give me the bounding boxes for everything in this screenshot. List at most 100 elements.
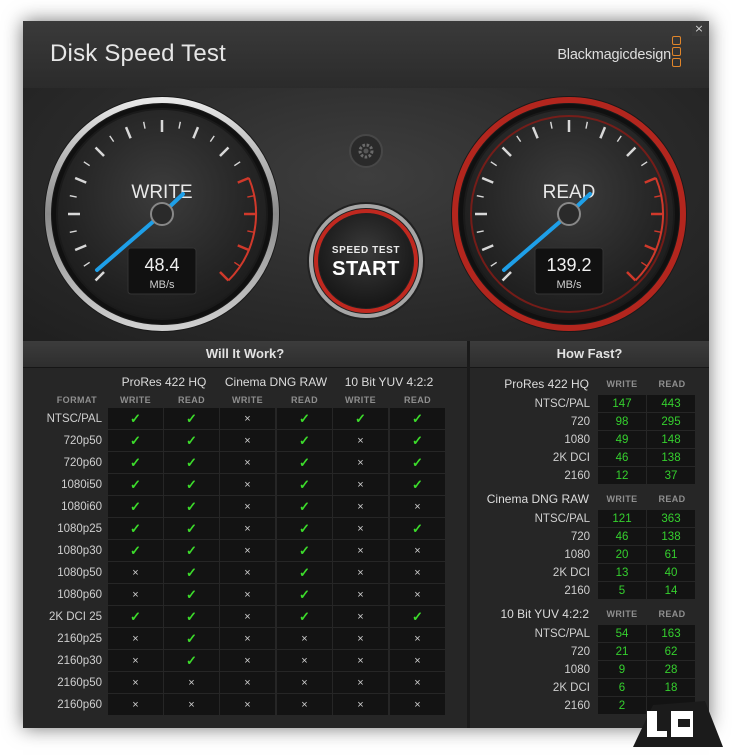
supported-check-icon: ✓	[390, 430, 446, 452]
supported-check-icon: ✓	[277, 606, 333, 628]
unsupported-cross-icon: ×	[333, 694, 389, 716]
unsupported-cross-icon: ×	[333, 540, 389, 562]
supported-check-icon: ✓	[164, 452, 220, 474]
unsupported-cross-icon: ×	[333, 452, 389, 474]
write-speed-value: 6	[598, 679, 647, 697]
write-speed-value: 5	[598, 582, 647, 600]
read-speed-value: 28	[647, 661, 696, 679]
supported-check-icon: ✓	[164, 628, 220, 650]
supported-check-icon: ✓	[164, 584, 220, 606]
app-title: Disk Speed Test	[50, 40, 226, 67]
read-speed-value: 163	[647, 625, 696, 643]
unsupported-cross-icon: ×	[390, 562, 446, 584]
supported-check-icon: ✓	[277, 562, 333, 584]
supported-check-icon: ✓	[108, 430, 164, 452]
read-speed-value: 14	[647, 582, 696, 600]
read-col-header: READ	[658, 609, 686, 619]
supported-check-icon: ✓	[108, 496, 164, 518]
read-speed-value: 18	[647, 679, 696, 697]
codec-header: ProRes 422 HQ	[121, 375, 207, 389]
format-row-label: 720p60	[63, 457, 102, 469]
unsupported-cross-icon: ×	[390, 650, 446, 672]
read-col-header: READ	[290, 395, 319, 405]
unsupported-cross-icon: ×	[164, 694, 220, 716]
site-watermark-logo	[633, 701, 723, 747]
format-row-label: NTSC/PAL	[46, 413, 102, 425]
unsupported-cross-icon: ×	[390, 694, 446, 716]
supported-check-icon: ✓	[277, 408, 333, 430]
supported-check-icon: ✓	[108, 474, 164, 496]
resolution-label: NTSC/PAL	[534, 628, 590, 640]
read-col-header: READ	[658, 494, 686, 504]
write-speed-value: 49	[598, 431, 647, 449]
resolution-label: 2160	[564, 585, 590, 597]
how-fast-panel: How Fast? ProRes 422 HQ WRITE READ NTSC/PAL…	[470, 341, 709, 728]
unsupported-cross-icon: ×	[390, 496, 446, 518]
write-speed-value: 20	[598, 546, 647, 564]
unsupported-cross-icon: ×	[333, 584, 389, 606]
speed-test-start-button[interactable]: SPEED TEST START	[307, 202, 425, 320]
write-col-header: WRITE	[606, 379, 638, 389]
read-col-header: READ	[658, 379, 686, 389]
format-row-label: 1080p60	[57, 589, 102, 601]
unsupported-cross-icon: ×	[390, 628, 446, 650]
supported-check-icon: ✓	[333, 408, 389, 430]
unsupported-cross-icon: ×	[220, 606, 276, 628]
will-it-work-title: Will It Work?	[23, 341, 467, 368]
resolution-label: 720	[570, 416, 590, 428]
unsupported-cross-icon: ×	[390, 584, 446, 606]
read-gauge: READ 139.2 MB/s	[451, 96, 687, 332]
codec-header: 10 Bit YUV 4:2:2	[344, 375, 434, 389]
write-unit: MB/s	[149, 279, 175, 291]
unsupported-cross-icon: ×	[277, 694, 333, 716]
unsupported-cross-icon: ×	[277, 628, 333, 650]
settings-gear-icon[interactable]	[349, 134, 383, 168]
format-row-label: 2160p25	[57, 633, 102, 645]
brand-name: Blackmagicdesign	[557, 47, 671, 63]
supported-check-icon: ✓	[277, 474, 333, 496]
write-speed-value: 121	[598, 510, 647, 528]
unsupported-cross-icon: ×	[220, 562, 276, 584]
unsupported-cross-icon: ×	[220, 672, 276, 694]
close-button[interactable]: ×	[692, 22, 706, 36]
read-speed-value: 363	[647, 510, 696, 528]
supported-check-icon: ✓	[108, 540, 164, 562]
app-window: Disk Speed Test Blackmagicdesign WRITE 4…	[23, 21, 709, 728]
read-speed-value: 40	[647, 564, 696, 582]
supported-check-icon: ✓	[108, 606, 164, 628]
supported-check-icon: ✓	[108, 452, 164, 474]
write-gauge: WRITE 48.4 MB/s	[44, 96, 280, 332]
write-col-header: WRITE	[232, 395, 263, 405]
unsupported-cross-icon: ×	[220, 650, 276, 672]
format-row-label: 1080p30	[57, 545, 102, 557]
unsupported-cross-icon: ×	[108, 584, 164, 606]
unsupported-cross-icon: ×	[390, 540, 446, 562]
read-speed-value: 61	[647, 546, 696, 564]
unsupported-cross-icon: ×	[333, 518, 389, 540]
write-speed-value: 147	[598, 395, 647, 413]
resolution-label: 1080	[564, 664, 590, 676]
write-speed-value: 21	[598, 643, 647, 661]
unsupported-cross-icon: ×	[390, 672, 446, 694]
title-bar: Disk Speed Test Blackmagicdesign	[23, 21, 709, 88]
write-col-header: WRITE	[345, 395, 376, 405]
write-col-header: WRITE	[606, 609, 638, 619]
unsupported-cross-icon: ×	[220, 540, 276, 562]
supported-check-icon: ✓	[390, 518, 446, 540]
supported-check-icon: ✓	[164, 496, 220, 518]
supported-check-icon: ✓	[164, 562, 220, 584]
unsupported-cross-icon: ×	[220, 584, 276, 606]
unsupported-cross-icon: ×	[220, 408, 276, 430]
unsupported-cross-icon: ×	[277, 650, 333, 672]
format-row-label: 1080p50	[57, 567, 102, 579]
supported-check-icon: ✓	[164, 606, 220, 628]
supported-check-icon: ✓	[164, 474, 220, 496]
supported-check-icon: ✓	[390, 474, 446, 496]
read-speed-value: 443	[647, 395, 696, 413]
unsupported-cross-icon: ×	[220, 694, 276, 716]
unsupported-cross-icon: ×	[333, 650, 389, 672]
unsupported-cross-icon: ×	[164, 672, 220, 694]
supported-check-icon: ✓	[164, 540, 220, 562]
supported-check-icon: ✓	[277, 452, 333, 474]
format-row-label: 2160p30	[57, 655, 102, 667]
